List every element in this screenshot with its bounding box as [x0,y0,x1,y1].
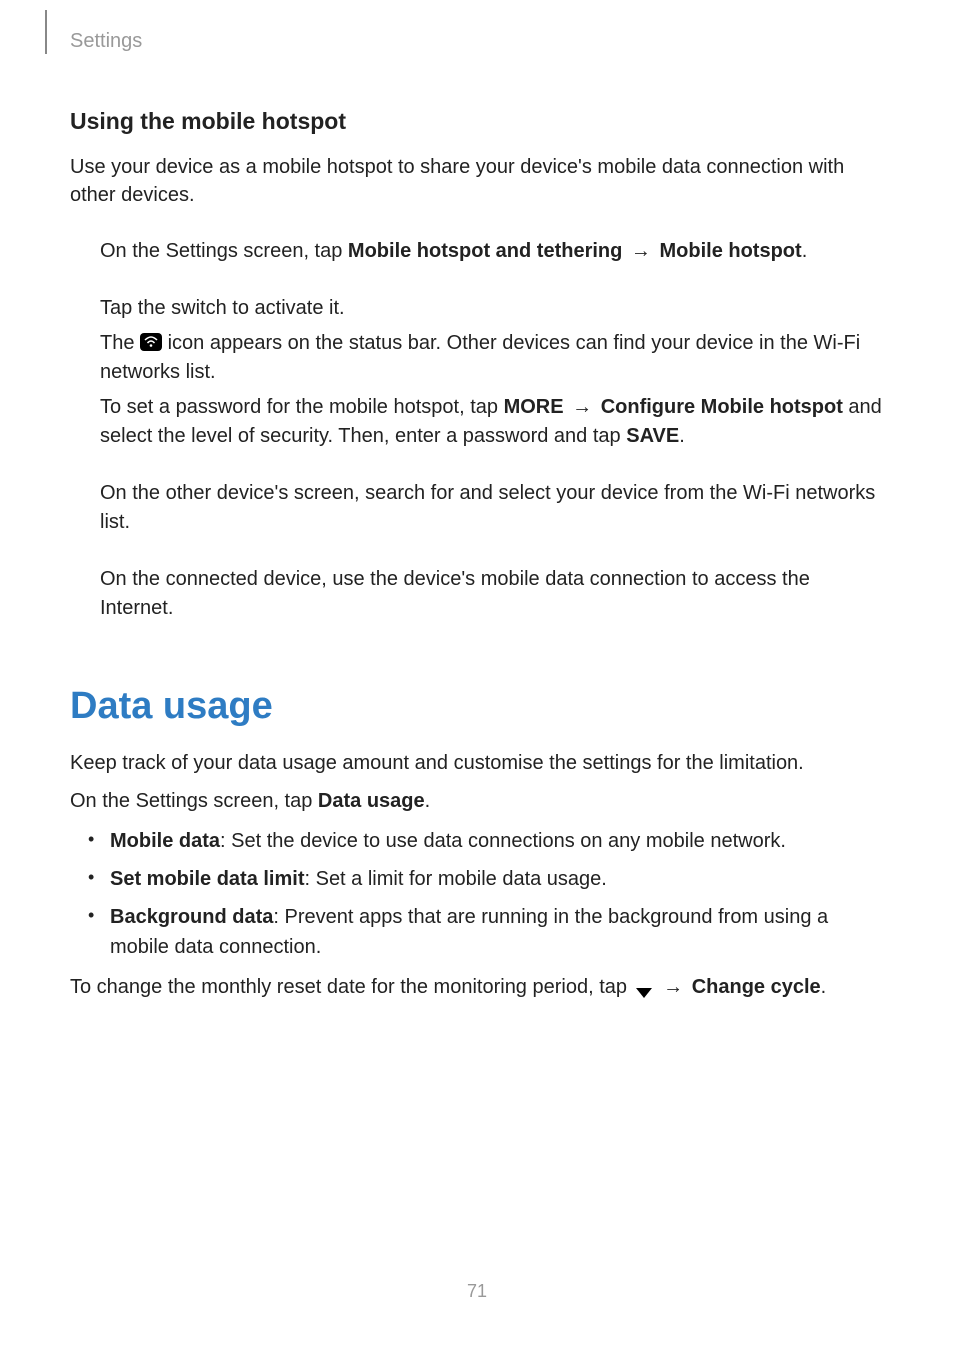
step-bold: Mobile hotspot and tethering [348,240,622,262]
nav-bold: Data usage [318,790,425,812]
data-usage-bullets: Mobile data: Set the device to use data … [70,826,884,962]
hotspot-intro: Use your device as a mobile hotspot to s… [70,153,884,209]
hotspot-step-2: Tap the switch to activate it. The icon … [70,294,884,451]
bullet-bold: Mobile data [110,830,220,852]
header-section-label: Settings [70,30,142,53]
step-bold: Configure Mobile hotspot [601,396,843,418]
bullet-text: : Set the device to use data connections… [220,830,786,852]
step-bold: MORE [504,396,564,418]
hotspot-step-4: On the connected device, use the device'… [70,565,884,623]
dropdown-triangle-icon [633,979,655,993]
step-text: On the Settings screen, tap [100,240,348,262]
data-usage-intro: Keep track of your data usage amount and… [70,748,884,778]
list-item: Background data: Prevent apps that are r… [88,902,884,962]
list-item: Mobile data: Set the device to use data … [88,826,884,856]
hotspot-heading: Using the mobile hotspot [70,108,884,135]
change-cycle-text: To change the monthly reset date for the… [70,972,884,1002]
header-divider [45,10,47,54]
hotspot-step-1: On the Settings screen, tap Mobile hotsp… [70,237,884,266]
step-sub: To set a password for the mobile hotspot… [100,393,884,451]
step-text: . [802,240,808,262]
data-usage-heading: Data usage [70,685,884,728]
bullet-bold: Background data [110,906,273,928]
hotspot-icon [140,333,162,351]
nav-text: On the Settings screen, tap [70,790,318,812]
data-usage-nav: On the Settings screen, tap Data usage. [70,786,884,816]
list-item: Set mobile data limit: Set a limit for m… [88,864,884,894]
arrow-icon: → [567,396,598,418]
cycle-bold: Change cycle [692,976,821,998]
page-content: Using the mobile hotspot Use your device… [70,108,884,1010]
step-text: . [679,425,685,447]
arrow-icon: → [658,976,689,998]
cycle-text: . [821,976,827,998]
step-bold: Mobile hotspot [659,240,801,262]
bullet-text: : Set a limit for mobile data usage. [304,868,606,890]
arrow-icon: → [625,240,656,262]
page-number: 71 [0,1281,954,1302]
nav-text: . [425,790,431,812]
step-text: icon appears on the status bar. Other de… [100,332,860,383]
cycle-text: To change the monthly reset date for the… [70,976,633,998]
step-text: The [100,332,140,354]
bullet-bold: Set mobile data limit [110,868,304,890]
step-bold: SAVE [626,425,679,447]
step-text: To set a password for the mobile hotspot… [100,396,504,418]
step-text: Tap the switch to activate it. [100,294,884,323]
hotspot-step-3: On the other device's screen, search for… [70,479,884,537]
step-sub: The icon appears on the status bar. Othe… [100,329,884,387]
